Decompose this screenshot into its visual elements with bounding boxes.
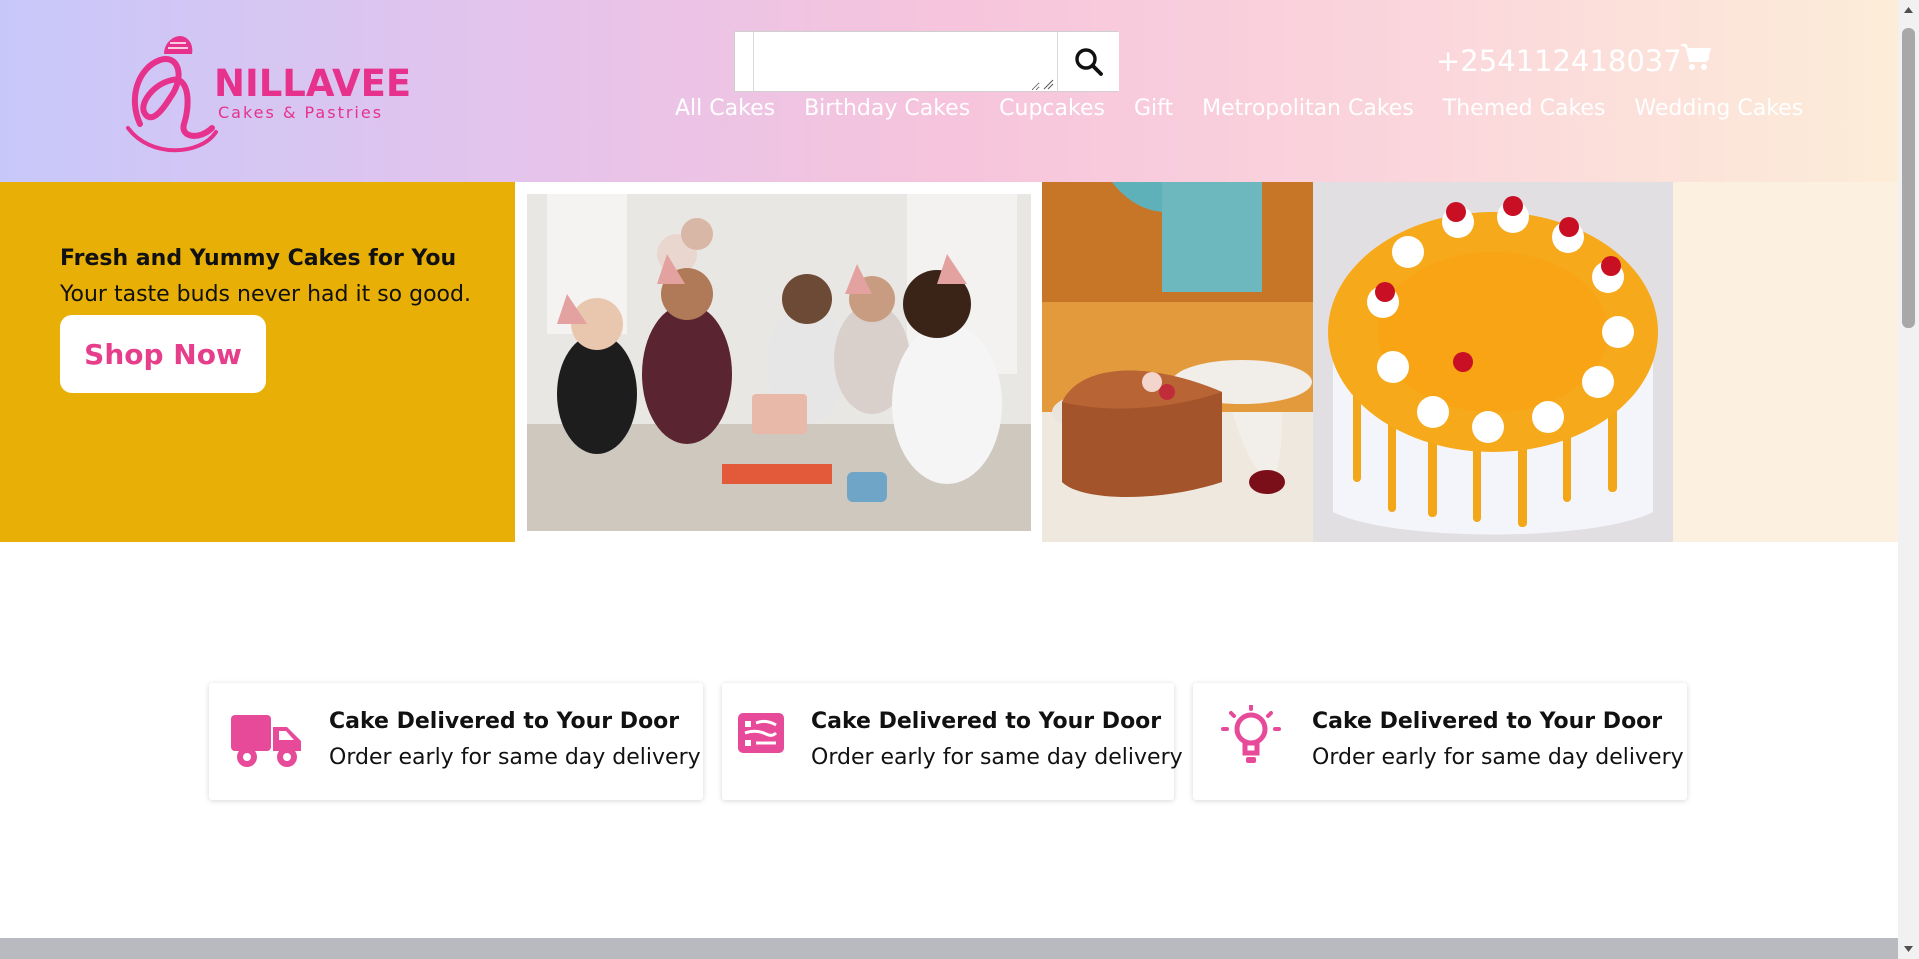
nav-item-wedding-cakes[interactable]: Wedding Cakes — [1634, 96, 1803, 121]
vertical-scrollbar[interactable] — [1898, 0, 1919, 959]
search-button[interactable] — [1057, 32, 1119, 91]
nav-item-themed-cakes[interactable]: Themed Cakes — [1443, 96, 1606, 121]
orange-cake-photo — [1313, 182, 1673, 542]
shop-now-button[interactable]: Shop Now — [60, 315, 266, 393]
feature-title: Cake Delivered to Your Door — [329, 709, 680, 734]
brand-tagline: Cakes & Pastries — [218, 103, 384, 122]
nav-item-gift[interactable]: Gift — [1134, 96, 1173, 121]
search-icon — [1074, 47, 1103, 76]
brand-logo[interactable]: NILLAVEE Cakes & Pastries — [120, 28, 412, 156]
resize-grip-icon[interactable] — [1042, 78, 1054, 90]
phone-number[interactable]: +254112418037 — [1436, 44, 1682, 78]
scroll-down-arrow-icon[interactable] — [1898, 938, 1919, 959]
feature-subtitle: Order early for same day delivery — [329, 745, 701, 770]
cart-icon[interactable] — [1680, 42, 1712, 72]
feature-subtitle: Order early for same day delivery — [811, 745, 1183, 770]
nav-item-cupcakes[interactable]: Cupcakes — [999, 96, 1105, 121]
orange-cake-art — [1313, 182, 1673, 542]
lightbulb-icon — [1221, 705, 1281, 763]
page: NILLAVEE Cakes & Pastries +254112418037 — [0, 0, 1898, 959]
hero-subtitle: Your taste buds never had it so good. — [60, 282, 471, 307]
search-input[interactable] — [754, 32, 1040, 91]
nav-item-birthday-cakes[interactable]: Birthday Cakes — [804, 96, 970, 121]
nav-item-all-cakes[interactable]: All Cakes — [675, 96, 775, 121]
feature-title: Cake Delivered to Your Door — [811, 709, 1162, 734]
search-box — [734, 31, 1119, 92]
feature-card-order: Cake Delivered to Your Door Order early … — [722, 683, 1183, 800]
brand-name: NILLAVEE — [214, 62, 412, 105]
main-nav: All Cakes Birthday Cakes Cupcakes Gift M… — [675, 96, 1832, 121]
footer-strip — [0, 938, 1898, 959]
feature-subtitle: Order early for same day delivery — [1312, 745, 1684, 770]
feature-card-ideas: Cake Delivered to Your Door Order early … — [1193, 683, 1687, 800]
search-left-pad — [735, 32, 754, 91]
nav-item-metropolitan-cakes[interactable]: Metropolitan Cakes — [1202, 96, 1414, 121]
scroll-up-arrow-icon[interactable] — [1898, 0, 1919, 21]
hero-banner: Fresh and Yummy Cakes for You Your taste… — [0, 182, 1898, 542]
scroll-thumb[interactable] — [1902, 28, 1915, 328]
cake-slice-photo — [1042, 182, 1313, 542]
site-header: NILLAVEE Cakes & Pastries +254112418037 — [0, 0, 1898, 182]
feature-title: Cake Delivered to Your Door — [1312, 709, 1663, 734]
hero-promo-panel: Fresh and Yummy Cakes for You Your taste… — [0, 182, 515, 542]
receipt-icon — [738, 713, 784, 753]
party-photo-art — [527, 194, 1031, 531]
hero-title: Fresh and Yummy Cakes for You — [60, 246, 457, 271]
party-photo — [527, 194, 1031, 531]
truck-icon — [231, 715, 301, 767]
feature-card-delivery: Cake Delivered to Your Door Order early … — [209, 683, 703, 800]
cake-slice-art — [1042, 182, 1313, 542]
